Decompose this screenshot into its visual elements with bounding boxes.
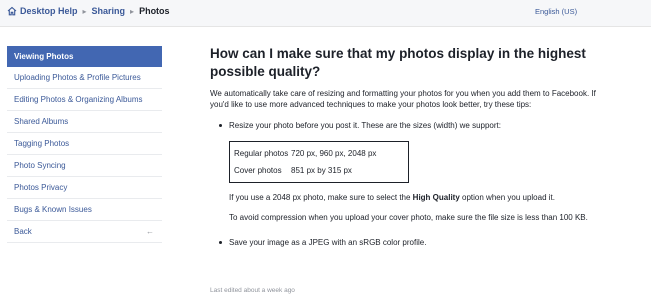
back-arrow-icon: ←: [146, 227, 154, 236]
list-item: Save your image as a JPEG with an sRGB c…: [210, 237, 610, 248]
sidebar-item-editing-photos[interactable]: Editing Photos & Organizing Albums: [7, 89, 162, 111]
tip-jpeg-text: Save your image as a JPEG with an sRGB c…: [229, 238, 427, 247]
tips-list: Resize your photo before you post it. Th…: [210, 120, 610, 248]
note-suffix: option when you upload it.: [459, 193, 555, 202]
list-item: Resize your photo before you post it. Th…: [210, 120, 610, 223]
sidebar-item-back[interactable]: Back ←: [7, 221, 162, 243]
size-label: Regular photos: [234, 149, 289, 158]
sidebar-item-photo-syncing[interactable]: Photo Syncing: [7, 155, 162, 177]
sidebar-item-tagging-photos[interactable]: Tagging Photos: [7, 133, 162, 155]
note-prefix: If you use a 2048 px photo, make sure to…: [229, 193, 413, 202]
sidebar-item-uploading-photos[interactable]: Uploading Photos & Profile Pictures: [7, 67, 162, 89]
sidebar-item-label: Uploading Photos & Profile Pictures: [14, 73, 141, 82]
compression-note: To avoid compression when you upload you…: [229, 213, 588, 222]
sidebar-item-viewing-photos[interactable]: Viewing Photos: [7, 46, 162, 67]
sidebar-item-label: Back: [14, 227, 32, 236]
article: How can I make sure that my photos displ…: [210, 45, 610, 248]
top-bar: Desktop Help ▸ Sharing ▸ Photos English …: [0, 0, 651, 27]
sidebar-item-label: Shared Albums: [14, 117, 69, 126]
breadcrumb-photos: Photos: [139, 6, 170, 16]
sidebar-item-label: Tagging Photos: [14, 139, 70, 148]
breadcrumb-separator-icon: ▸: [130, 6, 135, 16]
table-row: Cover photos 851 px by 315 px: [234, 162, 404, 179]
home-icon[interactable]: [7, 6, 17, 16]
breadcrumb-sharing[interactable]: Sharing: [92, 6, 126, 16]
sidebar-item-label: Editing Photos & Organizing Albums: [14, 95, 143, 104]
size-value: 720 px, 960 px, 2048 px: [291, 149, 377, 158]
page-title: How can I make sure that my photos displ…: [210, 46, 586, 79]
sidebar-item-shared-albums[interactable]: Shared Albums: [7, 111, 162, 133]
sidebar-item-label: Photos Privacy: [14, 183, 68, 192]
sidebar: Viewing Photos Uploading Photos & Profil…: [7, 46, 162, 243]
high-quality-label: High Quality: [412, 193, 460, 202]
bullet-icon: [219, 241, 222, 244]
sidebar-item-label: Photo Syncing: [14, 161, 66, 170]
breadcrumb-separator-icon: ▸: [82, 6, 87, 16]
breadcrumb: Desktop Help ▸ Sharing ▸ Photos: [7, 6, 170, 16]
sidebar-item-bugs[interactable]: Bugs & Known Issues: [7, 199, 162, 221]
sidebar-item-label: Bugs & Known Issues: [14, 205, 92, 214]
breadcrumb-desktop-help[interactable]: Desktop Help: [20, 6, 78, 16]
high-quality-note: If you use a 2048 px photo, make sure to…: [229, 192, 610, 203]
tip-resize-text: Resize your photo before you post it. Th…: [229, 121, 501, 130]
size-label: Cover photos: [234, 166, 282, 175]
language-selector[interactable]: English (US): [535, 7, 577, 16]
sidebar-item-photos-privacy[interactable]: Photos Privacy: [7, 177, 162, 199]
sizes-table: Regular photos 720 px, 960 px, 2048 px C…: [229, 141, 409, 183]
last-edited: Last edited about a week ago: [210, 287, 295, 294]
bullet-icon: [219, 124, 222, 127]
sidebar-item-label: Viewing Photos: [14, 52, 74, 61]
table-row: Regular photos 720 px, 960 px, 2048 px: [234, 145, 404, 162]
size-value: 851 px by 315 px: [291, 166, 352, 175]
article-intro: We automatically take care of resizing a…: [210, 89, 596, 109]
